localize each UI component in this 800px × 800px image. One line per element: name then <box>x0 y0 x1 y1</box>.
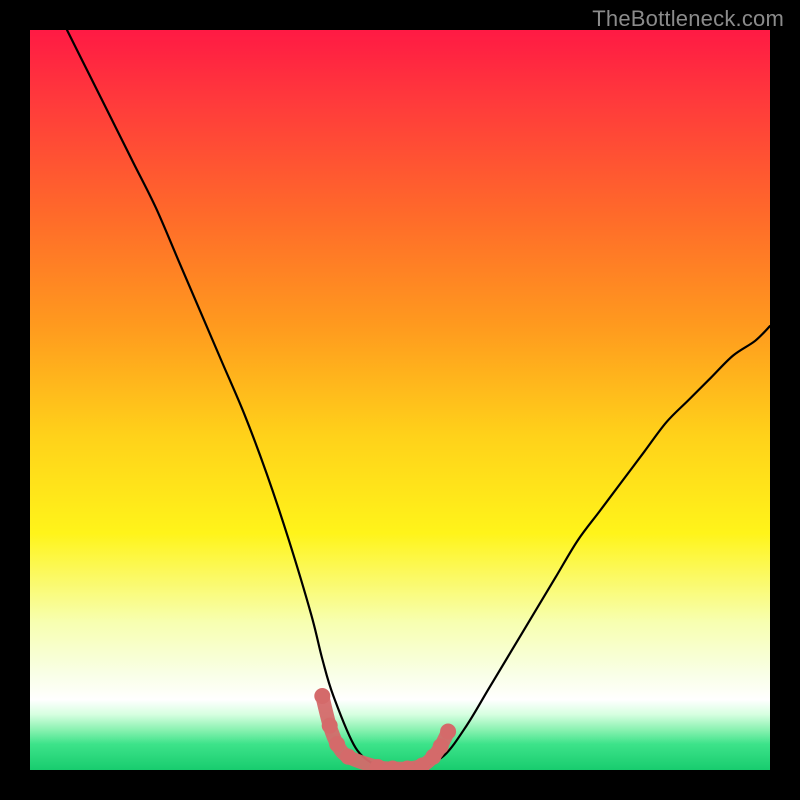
gradient-background <box>30 30 770 770</box>
valley-marker-dot <box>329 736 345 752</box>
valley-marker-dot <box>314 688 330 704</box>
chart-frame: TheBottleneck.com <box>0 0 800 800</box>
valley-marker-dot <box>340 749 356 765</box>
valley-marker-dot <box>322 718 338 734</box>
valley-marker-dot <box>433 738 449 754</box>
chart-svg <box>30 30 770 770</box>
plot-area <box>30 30 770 770</box>
valley-marker-dot <box>440 724 456 740</box>
watermark-text: TheBottleneck.com <box>592 6 784 32</box>
